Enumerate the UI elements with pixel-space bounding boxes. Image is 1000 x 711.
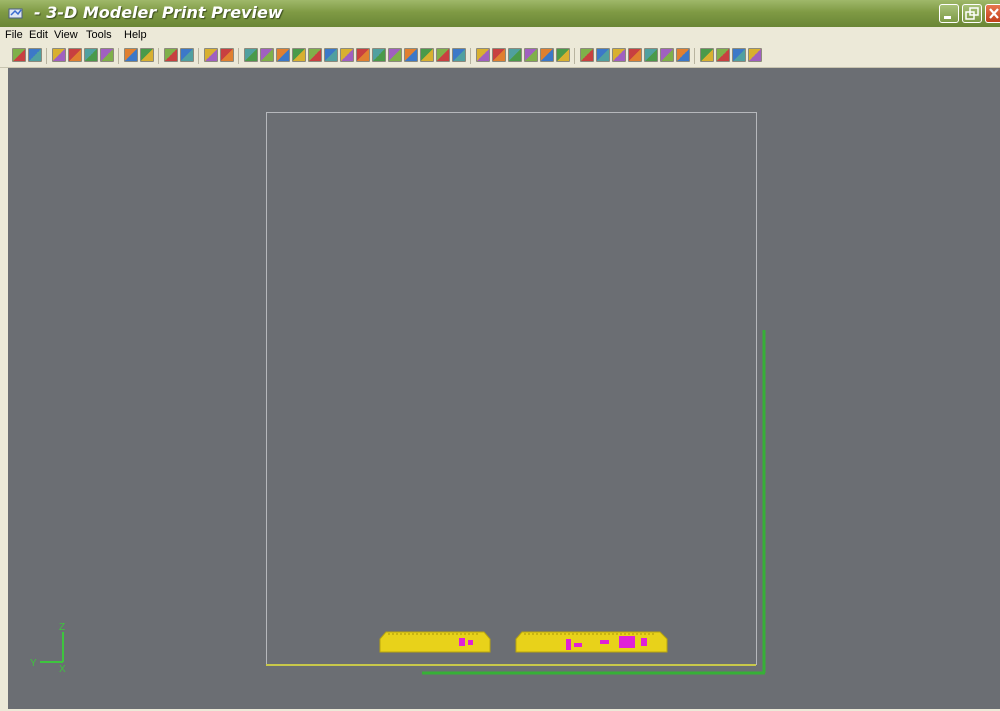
menu-help[interactable]: Help [124,29,147,41]
fit-width-icon[interactable] [100,48,114,62]
zoom-prev-icon[interactable] [452,48,466,62]
tool-f-icon[interactable] [660,48,674,62]
restore-icon [965,7,979,20]
tool-g-icon[interactable] [676,48,690,62]
close-button[interactable] [985,4,1000,23]
view-right-icon[interactable] [340,48,354,62]
toolbar-separator [694,48,695,64]
layer-6-icon[interactable] [556,48,570,62]
view-bottom-icon[interactable] [308,48,322,62]
view-iso2-icon[interactable] [372,48,386,62]
window-title: - 3-D Modeler Print Preview [34,3,283,22]
close-icon [989,8,999,19]
render-icon[interactable] [700,48,714,62]
tool-a-icon[interactable] [580,48,594,62]
tool-e-icon[interactable] [644,48,658,62]
menu-view[interactable]: View [54,29,78,41]
axis-triad: Z Y X [30,622,66,675]
tool-b-icon[interactable] [596,48,610,62]
restore-button[interactable] [962,4,982,23]
axis-y-label: Y [30,658,37,669]
axis-x-label: X [59,664,66,675]
pan-right-icon[interactable] [140,48,154,62]
toolbar-separator [574,48,575,64]
tool-c-icon[interactable] [612,48,626,62]
toolbar-separator [118,48,119,64]
print-icon[interactable] [12,48,26,62]
layer-5-icon[interactable] [540,48,554,62]
toolbar-separator [158,48,159,64]
menu-file[interactable]: File [5,29,23,41]
view-iso1-icon[interactable] [356,48,370,62]
view-left-icon[interactable] [324,48,338,62]
zoom-in-icon[interactable] [52,48,66,62]
minimize-button[interactable] [939,4,959,23]
view-top-icon[interactable] [276,48,290,62]
stop-icon[interactable] [204,48,218,62]
toolbar-separator [46,48,47,64]
fit-page-icon[interactable] [84,48,98,62]
zoom-extents-icon[interactable] [436,48,450,62]
zoom-window-icon[interactable] [420,48,434,62]
color-icon[interactable] [732,48,746,62]
layer-4-icon[interactable] [524,48,538,62]
pan-left-icon[interactable] [124,48,138,62]
refresh-icon[interactable] [220,48,234,62]
rotate-icon[interactable] [292,48,306,62]
modeler-app-icon[interactable] [8,6,24,20]
find-icon[interactable] [164,48,178,62]
print-preview-window: - 3-D Modeler Print Preview File Edit Vi… [0,0,1000,711]
view-iso3-icon[interactable] [388,48,402,62]
view-front-icon[interactable] [244,48,258,62]
minimize-icon [944,16,951,19]
scene-canvas [266,330,766,675]
model-part-left[interactable] [379,631,491,653]
find-next-icon[interactable] [180,48,194,62]
axis-z-label: Z [59,622,65,633]
shade-icon[interactable] [716,48,730,62]
view-back-icon[interactable] [260,48,274,62]
layer-1-icon[interactable] [476,48,490,62]
toolbar [0,45,1000,68]
menu-bar: File Edit View Tools Help [0,27,1000,45]
menu-edit[interactable]: Edit [29,29,48,41]
toolbar-separator [238,48,239,64]
menu-tools[interactable]: Tools [86,29,112,41]
zoom-out-icon[interactable] [68,48,82,62]
preview-viewport[interactable]: Z Y X [8,68,1000,709]
settings-icon[interactable] [748,48,762,62]
model-part-right[interactable] [515,631,668,653]
tool-d-icon[interactable] [628,48,642,62]
title-bar[interactable]: - 3-D Modeler Print Preview [0,0,1000,27]
layer-2-icon[interactable] [492,48,506,62]
view-iso4-icon[interactable] [404,48,418,62]
toolbar-separator [470,48,471,64]
print-setup-icon[interactable] [28,48,42,62]
layer-3-icon[interactable] [508,48,522,62]
toolbar-separator [198,48,199,64]
